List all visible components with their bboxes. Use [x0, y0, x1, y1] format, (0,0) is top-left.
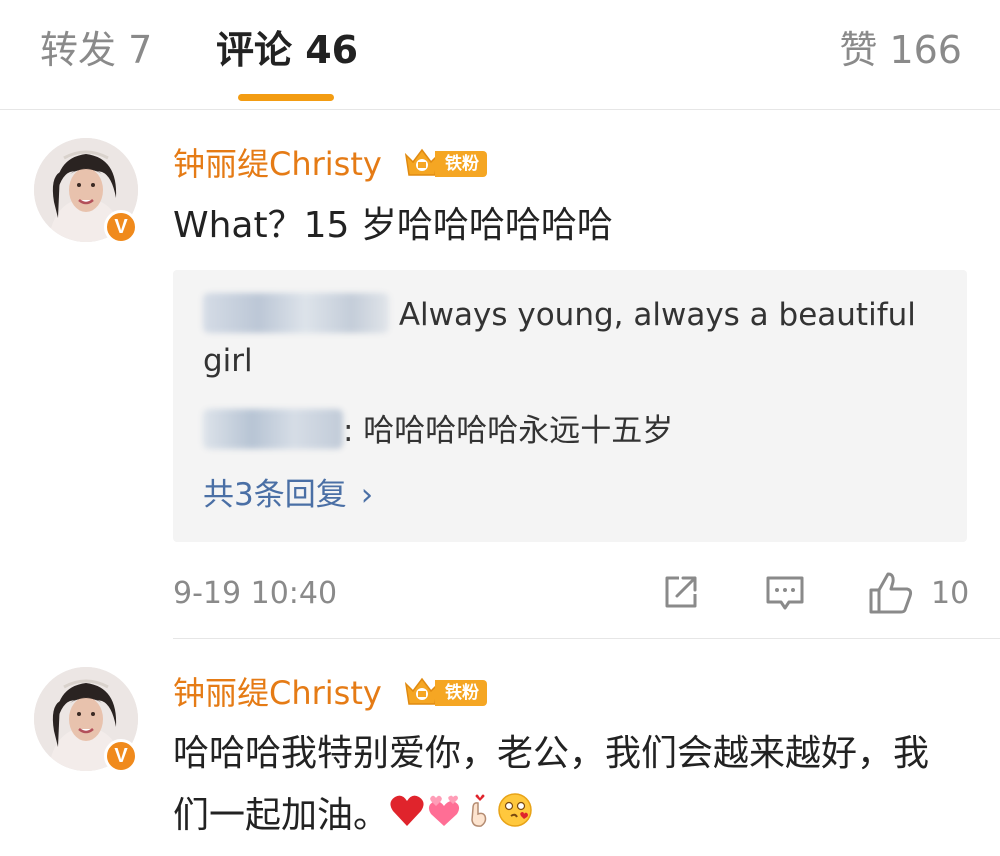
fan-badge-label: 铁粉 [435, 151, 487, 177]
emoji-group [389, 786, 533, 848]
comment-item: V 钟丽缇Christy 铁粉 What？15 岁哈哈哈哈哈哈 Always y… [0, 110, 1000, 638]
comment-username[interactable]: 钟丽缇Christy [173, 142, 382, 186]
reply-preview[interactable]: Always young, always a beautiful girl : … [173, 270, 967, 542]
comment-timestamp: 9-19 10:40 [173, 576, 338, 611]
more-replies-label: 共3条回复 [203, 477, 347, 513]
tab-repost[interactable]: 转发 7 [40, 24, 152, 76]
comment-icon[interactable] [763, 570, 807, 618]
kiss-face-icon [498, 793, 532, 827]
chevron-right-icon: › [360, 477, 374, 513]
fan-badge: 铁粉 [403, 677, 487, 709]
hearts-icon [428, 795, 460, 826]
fan-badge-label: 铁粉 [435, 680, 487, 706]
reply-item[interactable]: : 哈哈哈哈哈永远十五岁 [203, 408, 943, 454]
blurred-username [203, 293, 389, 333]
tab-bar: 转发 7 评论 46 赞 166 [0, 0, 1000, 110]
more-replies-link[interactable]: 共3条回复 › [203, 472, 373, 518]
tab-like[interactable]: 赞 166 [839, 24, 962, 76]
share-icon[interactable] [659, 570, 703, 618]
reply-text: : 哈哈哈哈哈永远十五岁 [343, 413, 674, 449]
comment-meta: 9-19 10:40 10 [173, 570, 973, 618]
comment-username[interactable]: 钟丽缇Christy [173, 671, 382, 715]
blurred-username [203, 409, 343, 449]
verified-badge-icon: V [104, 739, 138, 773]
verified-badge-icon: V [104, 210, 138, 244]
finger-heart-icon [471, 794, 487, 827]
reply-item[interactable]: Always young, always a beautiful girl [203, 292, 943, 384]
thumbs-up-icon[interactable] [867, 570, 915, 618]
comment-text: 哈哈哈我特别爱你，老公，我们会越来越好，我们一起加油。 [173, 733, 930, 836]
fan-badge: 铁粉 [403, 148, 487, 180]
comment-text-block: 哈哈哈我特别爱你，老公，我们会越来越好，我们一起加油。 [173, 723, 953, 848]
comment-item: V 钟丽缇Christy 铁粉 哈哈哈我特别爱你，老公，我们会越来越好，我们一起… [34, 638, 1000, 856]
like-count: 10 [931, 576, 970, 611]
comment-text: What？15 岁哈哈哈哈哈哈 [173, 205, 613, 246]
tab-comment[interactable]: 评论 46 [216, 24, 358, 76]
active-tab-indicator [238, 94, 334, 101]
heart-icon [390, 795, 424, 826]
